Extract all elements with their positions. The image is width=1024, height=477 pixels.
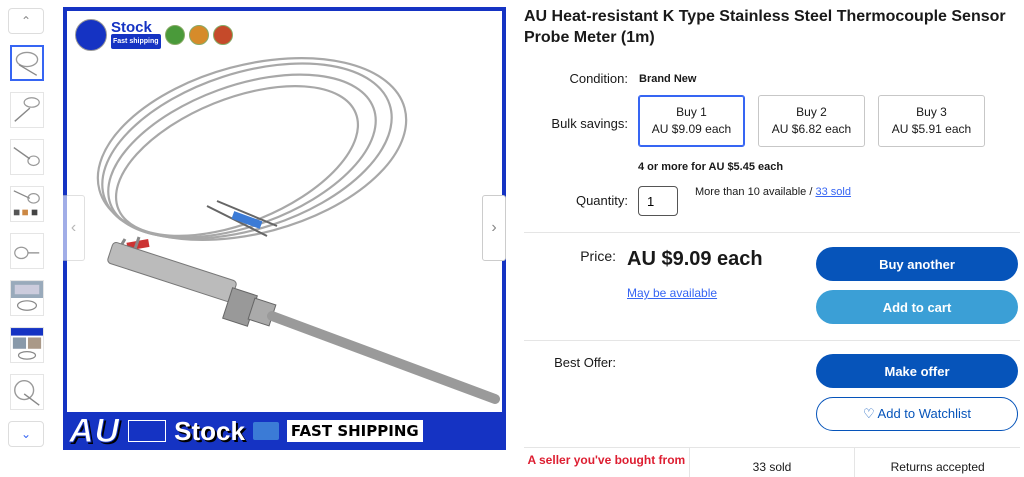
stock-logo-subtitle: Fast shipping: [111, 34, 161, 49]
au-flag-icon: [128, 420, 167, 442]
bulk-option-qty: Buy 1: [676, 105, 707, 119]
bulk-option-buy-3[interactable]: Buy 3 AU $5.91 each: [878, 95, 985, 147]
add-to-watchlist-button[interactable]: ♡ Add to Watchlist: [816, 397, 1018, 431]
bulk-option-price: AU $9.09 each: [651, 122, 732, 136]
banner-au-text: AU: [68, 411, 121, 450]
stock-logo: Stock Fast shipping: [111, 19, 161, 49]
thumbnail-6[interactable]: [10, 280, 44, 316]
banner-fast-shipping: FAST SHIPPING: [286, 420, 423, 442]
au-flag-icon: [75, 19, 107, 51]
highlights-row: A seller you've bought from 33 sold Retu…: [524, 447, 1020, 477]
thumbnail-2[interactable]: [10, 92, 44, 128]
availability-count: More than 10 available /: [695, 186, 816, 198]
quantity-label: Quantity:: [575, 193, 628, 208]
banner-stock-text: Stock: [174, 415, 245, 446]
condition-label: Condition:: [569, 71, 628, 86]
orange-badge-icon: [188, 25, 209, 45]
previous-image-button[interactable]: ‹: [63, 195, 85, 261]
chevron-up-icon: ⌃: [20, 14, 32, 28]
promo-banner: AU Stock FAST SHIPPING: [63, 411, 506, 450]
chevron-down-icon: ⌄: [20, 427, 32, 441]
bulk-option-buy-2[interactable]: Buy 2 AU $6.82 each: [758, 95, 865, 147]
thumbnail-4[interactable]: [10, 186, 44, 222]
thumbnail-3[interactable]: [10, 139, 44, 175]
availability-text: More than 10 available / 33 sold: [695, 186, 851, 198]
bulk-option-qty: Buy 2: [796, 105, 827, 119]
main-product-image[interactable]: Stock Fast shipping AU Stock FAST SHIPPI…: [63, 7, 506, 450]
thumbnail-7[interactable]: [10, 327, 44, 363]
stock-logo-row: Stock Fast shipping: [75, 19, 233, 51]
bulk-more-text: 4 or more for AU $5.45 each: [638, 161, 784, 173]
chevron-right-icon: ›: [491, 219, 497, 236]
product-photo: Stock Fast shipping: [67, 11, 502, 412]
add-to-cart-button[interactable]: Add to cart: [816, 290, 1018, 324]
bulk-savings-label: Bulk savings:: [551, 116, 628, 131]
condition-value: Brand New: [639, 73, 697, 85]
thumbnails-up-button[interactable]: ⌃: [8, 8, 44, 34]
divider: [524, 340, 1020, 341]
delivery-truck-icon: [252, 422, 279, 440]
quantity-input[interactable]: [638, 186, 678, 216]
next-image-button[interactable]: ›: [482, 195, 506, 261]
chevron-left-icon: ‹: [70, 219, 77, 236]
thumbnail-8[interactable]: [10, 374, 44, 410]
price-label: Price:: [580, 248, 616, 264]
bulk-option-buy-1[interactable]: Buy 1 AU $9.09 each: [638, 95, 745, 147]
green-badge-icon: [164, 25, 185, 45]
sold-highlight: 33 sold: [688, 448, 855, 477]
stock-logo-text: Stock: [111, 19, 152, 36]
thumbnail-5[interactable]: [10, 233, 44, 269]
bulk-option-price: AU $6.82 each: [771, 122, 852, 136]
thumbnails-down-button[interactable]: ⌄: [8, 421, 44, 447]
may-be-available-link[interactable]: May be available: [627, 286, 717, 300]
sold-count-link[interactable]: 33 sold: [815, 186, 850, 198]
bulk-option-price: AU $5.91 each: [891, 122, 972, 136]
seller-highlight: A seller you've bought from: [527, 453, 686, 467]
make-offer-button[interactable]: Make offer: [816, 354, 1018, 388]
returns-highlight: Returns accepted: [854, 448, 1020, 477]
red-badge-icon: [212, 25, 233, 45]
thermocouple-probe-illustration: [96, 57, 500, 404]
thumbnail-strip: ⌃ ⌄: [8, 8, 48, 448]
bulk-option-qty: Buy 3: [916, 105, 947, 119]
best-offer-label: Best Offer:: [554, 355, 616, 370]
thumbnail-1[interactable]: [10, 45, 44, 81]
divider: [524, 232, 1020, 233]
product-title: AU Heat-resistant K Type Stainless Steel…: [524, 8, 1006, 46]
buy-another-button[interactable]: Buy another: [816, 247, 1018, 281]
price-value: AU $9.09 each: [627, 248, 763, 270]
